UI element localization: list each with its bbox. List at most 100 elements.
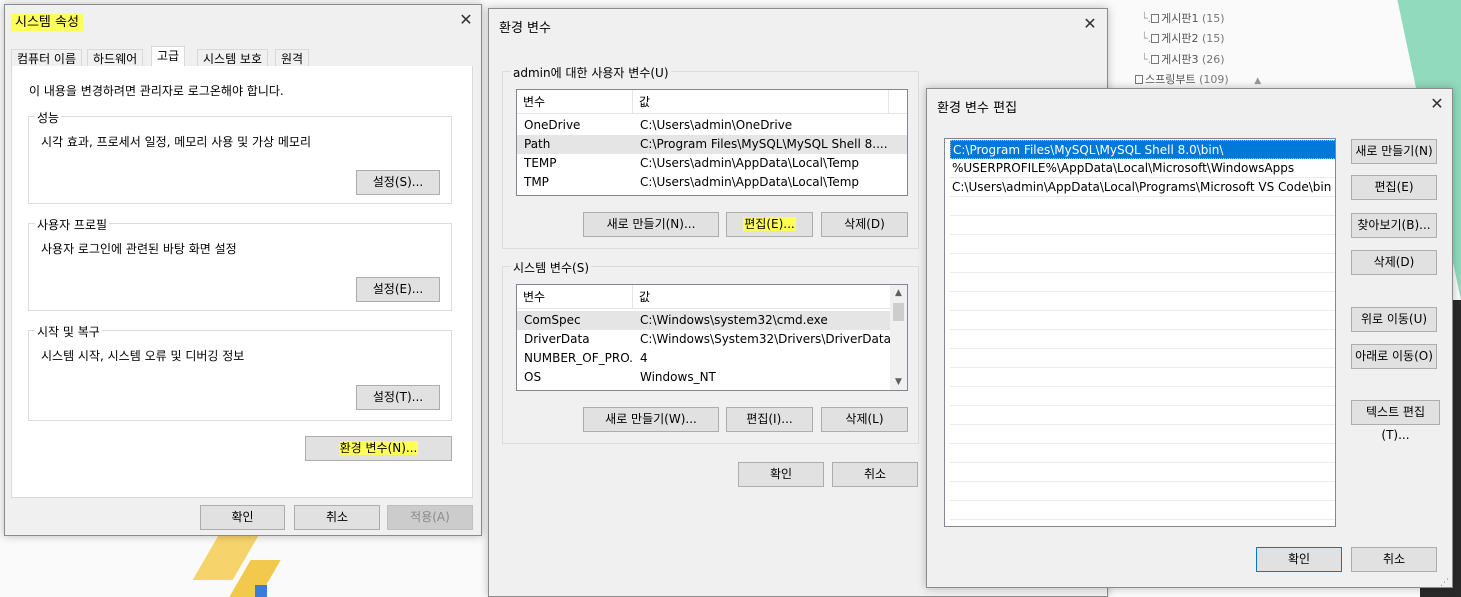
empty-row[interactable]: [950, 501, 1335, 520]
scroll-down-icon[interactable]: ▼: [890, 374, 907, 390]
cancel-button[interactable]: 취소: [294, 505, 380, 530]
ok-button[interactable]: 확인: [738, 462, 824, 487]
table-row-selected[interactable]: Path C:\Program Files\MySQL\MySQL Shell …: [517, 135, 907, 154]
empty-row[interactable]: [950, 216, 1335, 235]
column-header-value[interactable]: 값: [633, 90, 889, 114]
tree-item-label: 게시판1: [1161, 12, 1199, 25]
table-row[interactable]: OneDrive C:\Users\admin\OneDrive: [517, 116, 907, 135]
tree-item-label: 게시판2: [1161, 32, 1199, 45]
tree-item[interactable]: 스프링부트 (109) ▲: [1135, 71, 1261, 87]
table-row-selected[interactable]: ComSpec C:\Windows\system32\cmd.exe: [517, 311, 892, 330]
delete-entry-button[interactable]: 삭제(D): [1351, 250, 1437, 275]
scrollbar-thumb[interactable]: [893, 303, 904, 321]
scroll-up-icon[interactable]: ▲: [890, 285, 907, 301]
vertical-scrollbar[interactable]: ▲ ▼: [890, 285, 907, 390]
apply-button[interactable]: 적용(A): [387, 505, 473, 530]
edit-text-button[interactable]: 텍스트 편집(T)...: [1351, 400, 1440, 442]
collapse-caret-icon[interactable]: ▲: [1254, 76, 1261, 86]
edit-entry-button[interactable]: 편집(E): [1351, 175, 1437, 200]
tree-item[interactable]: └. 게시판1 (15): [1141, 10, 1225, 26]
user-delete-button[interactable]: 삭제(D): [821, 212, 908, 237]
path-entry-selected[interactable]: C:\Program Files\MySQL\MySQL Shell 8.0\b…: [950, 140, 1335, 159]
path-entries-list[interactable]: C:\Program Files\MySQL\MySQL Shell 8.0\b…: [944, 138, 1336, 527]
cancel-button[interactable]: 취소: [1351, 547, 1437, 572]
board-tree: └. 게시판1 (15) └. 게시판2 (15) └. 게시판3 (26) 스프링부…: [1135, 0, 1355, 90]
row-value: C:\Windows\system32\cmd.exe: [640, 313, 828, 327]
ok-button[interactable]: 확인: [1256, 547, 1342, 572]
table-row[interactable]: TEMP C:\Users\admin\AppData\Local\Temp: [517, 154, 907, 173]
performance-group: 성능 시각 효과, 프로세서 일정, 메모리 사용 및 가상 메모리 설정(S)…: [28, 109, 452, 204]
empty-row[interactable]: [950, 254, 1335, 273]
empty-row[interactable]: [950, 368, 1335, 387]
column-header-value[interactable]: 값: [633, 285, 892, 309]
tree-item-label: 게시판3: [1161, 53, 1199, 66]
cancel-button[interactable]: 취소: [832, 462, 918, 487]
system-new-button[interactable]: 새로 만들기(W)...: [583, 407, 719, 432]
system-variables-list[interactable]: 변수 값 ComSpec C:\Windows\system32\cmd.exe…: [516, 284, 908, 391]
path-entry[interactable]: C:\Users\admin\AppData\Local\Programs\Mi…: [950, 178, 1335, 197]
table-row[interactable]: TMP C:\Users\admin\AppData\Local\Temp: [517, 173, 907, 192]
tree-item-label: 스프링부트: [1145, 73, 1196, 86]
system-properties-window: 시스템 속성 ✕ 컴퓨터 이름 하드웨어 고급 시스템 보호 원격 이 내용을 …: [4, 4, 482, 536]
performance-settings-button[interactable]: 설정(S)...: [356, 170, 440, 195]
decor-blue-shape: [255, 585, 267, 597]
system-variables-group: 시스템 변수(S) 변수 값 ComSpec C:\Windows\system…: [502, 259, 919, 444]
new-entry-button[interactable]: 새로 만들기(N): [1351, 139, 1437, 164]
user-profile-settings-button[interactable]: 설정(E)...: [356, 277, 440, 302]
empty-row[interactable]: [950, 444, 1335, 463]
user-variables-group: admin에 대한 사용자 변수(U) 변수 값 OneDrive C:\Use…: [502, 64, 919, 249]
list-header: 변수 값: [517, 90, 907, 114]
close-icon[interactable]: ✕: [451, 7, 481, 33]
browse-button[interactable]: 찾아보기(B)...: [1351, 213, 1437, 238]
document-icon: [1135, 75, 1143, 84]
empty-row[interactable]: [950, 406, 1335, 425]
column-header-variable[interactable]: 변수: [517, 285, 633, 309]
empty-row[interactable]: [950, 425, 1335, 444]
empty-row[interactable]: [950, 330, 1335, 349]
move-up-button[interactable]: 위로 이동(U): [1351, 307, 1437, 332]
empty-row[interactable]: [950, 197, 1335, 216]
ok-button[interactable]: 확인: [200, 505, 285, 530]
tree-item[interactable]: └. 게시판3 (26): [1141, 51, 1225, 67]
table-row[interactable]: NUMBER_OF_PRO... 4: [517, 349, 892, 368]
path-entry[interactable]: %USERPROFILE%\AppData\Local\Microsoft\Wi…: [950, 159, 1335, 178]
user-new-button[interactable]: 새로 만들기(N)...: [583, 212, 719, 237]
tree-item[interactable]: └. 게시판2 (15): [1141, 30, 1225, 46]
close-icon[interactable]: ✕: [1422, 91, 1452, 117]
environment-variables-button-label: 환경 변수(N)...: [338, 441, 419, 455]
empty-row[interactable]: [950, 387, 1335, 406]
empty-row[interactable]: [950, 292, 1335, 311]
empty-row[interactable]: [950, 463, 1335, 482]
window-title: 환경 변수 편집: [937, 101, 1018, 116]
resize-grip-icon[interactable]: ⋰: [1440, 578, 1450, 588]
system-edit-button[interactable]: 편집(I)...: [726, 407, 813, 432]
group-label: 성능: [35, 109, 62, 126]
startup-recovery-group: 시작 및 복구 시스템 시작, 시스템 오류 및 디버깅 정보 설정(T)...: [28, 323, 452, 421]
empty-row[interactable]: [950, 235, 1335, 254]
tree-item-count: (109): [1199, 73, 1229, 86]
empty-row[interactable]: [950, 311, 1335, 330]
row-variable: OneDrive: [524, 118, 581, 132]
empty-row[interactable]: [950, 482, 1335, 501]
close-icon[interactable]: ✕: [1075, 11, 1105, 37]
table-row[interactable]: DriverData C:\Windows\System32\Drivers\D…: [517, 330, 892, 349]
column-header-variable[interactable]: 변수: [517, 90, 633, 114]
row-value: C:\Users\admin\AppData\Local\Temp: [640, 156, 860, 170]
user-edit-button-label: 편집(E)...: [743, 217, 796, 231]
window-title: 환경 변수: [499, 21, 551, 36]
row-value: 4: [640, 351, 648, 365]
tree-item-count: (26): [1201, 53, 1225, 66]
table-row[interactable]: OS Windows_NT: [517, 368, 892, 387]
group-label: 시스템 변수(S): [511, 259, 591, 276]
user-edit-button[interactable]: 편집(E)...: [726, 212, 813, 237]
empty-row[interactable]: [950, 349, 1335, 368]
empty-row[interactable]: [950, 273, 1335, 292]
list-header: 변수 값: [517, 285, 892, 309]
system-delete-button[interactable]: 삭제(L): [821, 407, 908, 432]
startup-recovery-settings-button[interactable]: 설정(T)...: [356, 385, 440, 410]
move-down-button[interactable]: 아래로 이동(O): [1351, 344, 1437, 369]
row-variable: NUMBER_OF_PRO...: [524, 351, 634, 365]
user-variables-list[interactable]: 변수 값 OneDrive C:\Users\admin\OneDrive Pa…: [516, 89, 908, 196]
row-variable: TMP: [524, 175, 549, 189]
environment-variables-button[interactable]: 환경 변수(N)...: [305, 436, 452, 461]
